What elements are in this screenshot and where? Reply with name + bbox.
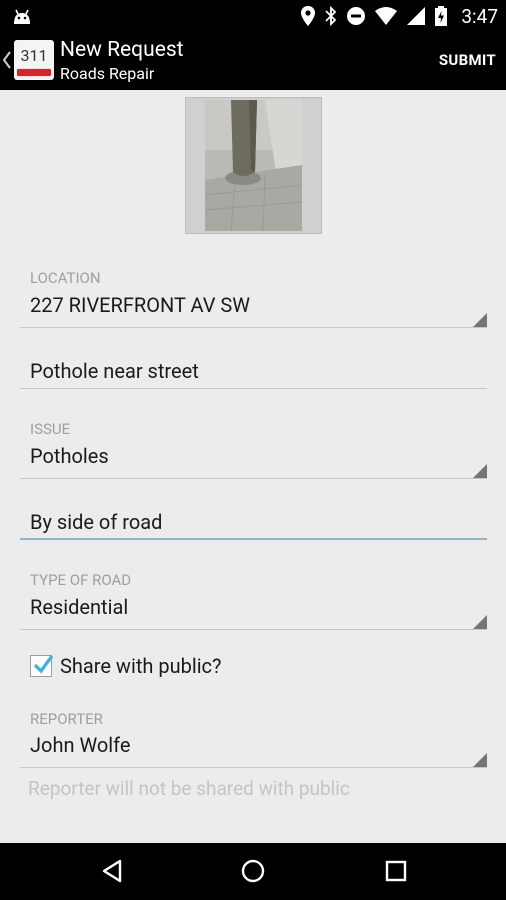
app-logo-text: 311 [20, 46, 48, 65]
navigation-bar [0, 843, 506, 900]
app-logo[interactable]: 311 [14, 40, 54, 80]
type-of-road-dropdown-caret-icon[interactable] [473, 615, 487, 629]
status-bar: 3:47 [0, 0, 506, 32]
action-bar: 311 New Request Roads Repair SUBMIT [0, 32, 506, 90]
status-time: 3:47 [461, 4, 498, 28]
issue-dropdown[interactable]: Potholes [30, 444, 109, 468]
type-of-road-underline [20, 629, 487, 630]
photo-thumbnail[interactable] [185, 97, 322, 234]
signal-icon [407, 7, 426, 25]
issue-dropdown-caret-icon[interactable] [473, 464, 487, 478]
android-icon [14, 9, 30, 24]
reporter-dropdown-caret-icon[interactable] [473, 753, 487, 767]
reporter-helper-text: Reporter will not be shared with public [28, 777, 350, 800]
back-icon[interactable] [98, 857, 126, 885]
wifi-icon [375, 7, 398, 25]
issue-label: ISSUE [30, 420, 71, 438]
type-of-road-dropdown[interactable]: Residential [30, 595, 128, 619]
recents-icon[interactable] [382, 857, 410, 885]
page-title: New Request [60, 38, 184, 62]
issue-underline [20, 478, 487, 479]
pothole-photo [205, 100, 302, 231]
type-of-road-label: TYPE OF ROAD [30, 571, 132, 589]
location-dropdown-caret-icon[interactable] [473, 313, 487, 327]
location-icon [301, 6, 316, 26]
description-input[interactable]: Pothole near street [30, 359, 199, 383]
home-icon[interactable] [239, 857, 267, 885]
battery-icon [435, 6, 448, 26]
issue-detail-input[interactable]: By side of road [30, 510, 162, 534]
share-public-label[interactable]: Share with public? [60, 654, 221, 678]
back-chevron-icon[interactable] [2, 48, 12, 72]
app-logo-red-tag [17, 69, 51, 76]
issue-detail-underline [20, 538, 487, 540]
bluetooth-icon [325, 6, 337, 26]
page-subtitle: Roads Repair [60, 64, 155, 83]
location-dropdown[interactable]: 227 RIVERFRONT AV SW [30, 293, 250, 317]
reporter-dropdown[interactable]: John Wolfe [30, 733, 131, 757]
reporter-label: REPORTER [30, 710, 103, 728]
share-public-checkbox[interactable] [30, 655, 54, 677]
description-underline [20, 388, 487, 389]
reporter-underline [20, 767, 487, 768]
do-not-disturb-icon [347, 7, 366, 25]
submit-button[interactable]: SUBMIT [439, 51, 496, 69]
location-underline [20, 327, 487, 328]
checkmark-icon [33, 655, 54, 674]
location-label: LOCATION [30, 269, 101, 287]
